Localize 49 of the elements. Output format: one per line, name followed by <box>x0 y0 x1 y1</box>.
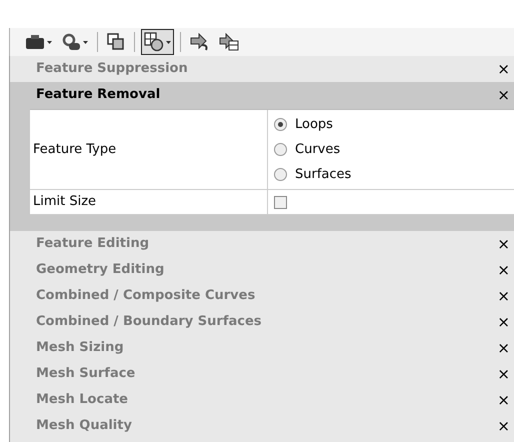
section-header[interactable]: Mesh Quality × <box>10 413 514 439</box>
shapes-icon <box>144 32 164 52</box>
section-header[interactable]: Combined / Boundary Surfaces × <box>10 309 514 335</box>
close-button[interactable]: × <box>497 236 510 252</box>
radio-label: Surfaces <box>295 166 352 184</box>
block-icon <box>25 34 45 50</box>
radio-button[interactable] <box>274 143 287 156</box>
section-title: Combined / Boundary Surfaces <box>36 313 262 332</box>
arrow-icon <box>219 33 239 51</box>
section-title: Feature Removal <box>36 86 160 104</box>
close-button[interactable]: × <box>497 340 510 356</box>
section-header[interactable]: Mesh Locate × <box>10 387 514 413</box>
arrow-icon <box>190 33 210 51</box>
section-title: Feature Suppression <box>36 60 188 78</box>
close-button[interactable]: × <box>497 262 510 278</box>
close-button[interactable]: × <box>497 392 510 408</box>
close-button[interactable]: × <box>497 288 510 304</box>
close-button[interactable]: × <box>497 314 510 330</box>
section-header[interactable]: Feature Editing × <box>10 231 514 257</box>
section-header[interactable]: Geometry Editing × <box>10 257 514 283</box>
section-header[interactable]: Feature Removal × <box>10 82 514 108</box>
radio-button[interactable] <box>274 118 287 131</box>
close-button[interactable]: × <box>497 366 510 382</box>
section-title: Feature Editing <box>36 235 150 254</box>
radio-button[interactable] <box>274 168 287 181</box>
section-title: Combined / Composite Curves <box>36 287 256 306</box>
section-header[interactable]: Mesh Sizing × <box>10 335 514 361</box>
close-button[interactable]: × <box>497 88 510 102</box>
section-title: Mesh Sizing <box>36 339 124 358</box>
close-button[interactable]: × <box>497 62 510 76</box>
section-title: Mesh Quality <box>36 417 132 436</box>
checkbox[interactable] <box>274 196 287 208</box>
section-header[interactable]: Combined / Composite Curves × <box>10 283 514 309</box>
section-header[interactable]: Feature Suppression × <box>10 56 514 82</box>
property-label: Feature Type <box>30 110 268 189</box>
toolbar-button[interactable] <box>141 29 174 55</box>
caret-icon <box>47 40 52 44</box>
section-header[interactable]: Mesh Surface × <box>10 361 514 387</box>
property-label: Limit Size <box>30 190 268 214</box>
section-title: Mesh Locate <box>36 391 128 410</box>
radio-label: Loops <box>295 116 333 134</box>
caret-icon <box>166 40 171 44</box>
copy-icon <box>107 33 125 51</box>
section-title: Geometry Editing <box>36 261 164 280</box>
gear-icon <box>61 33 81 51</box>
close-button[interactable]: × <box>497 418 510 434</box>
caret-icon <box>83 40 88 44</box>
section-title: Mesh Surface <box>36 365 136 384</box>
radio-label: Curves <box>295 140 340 159</box>
